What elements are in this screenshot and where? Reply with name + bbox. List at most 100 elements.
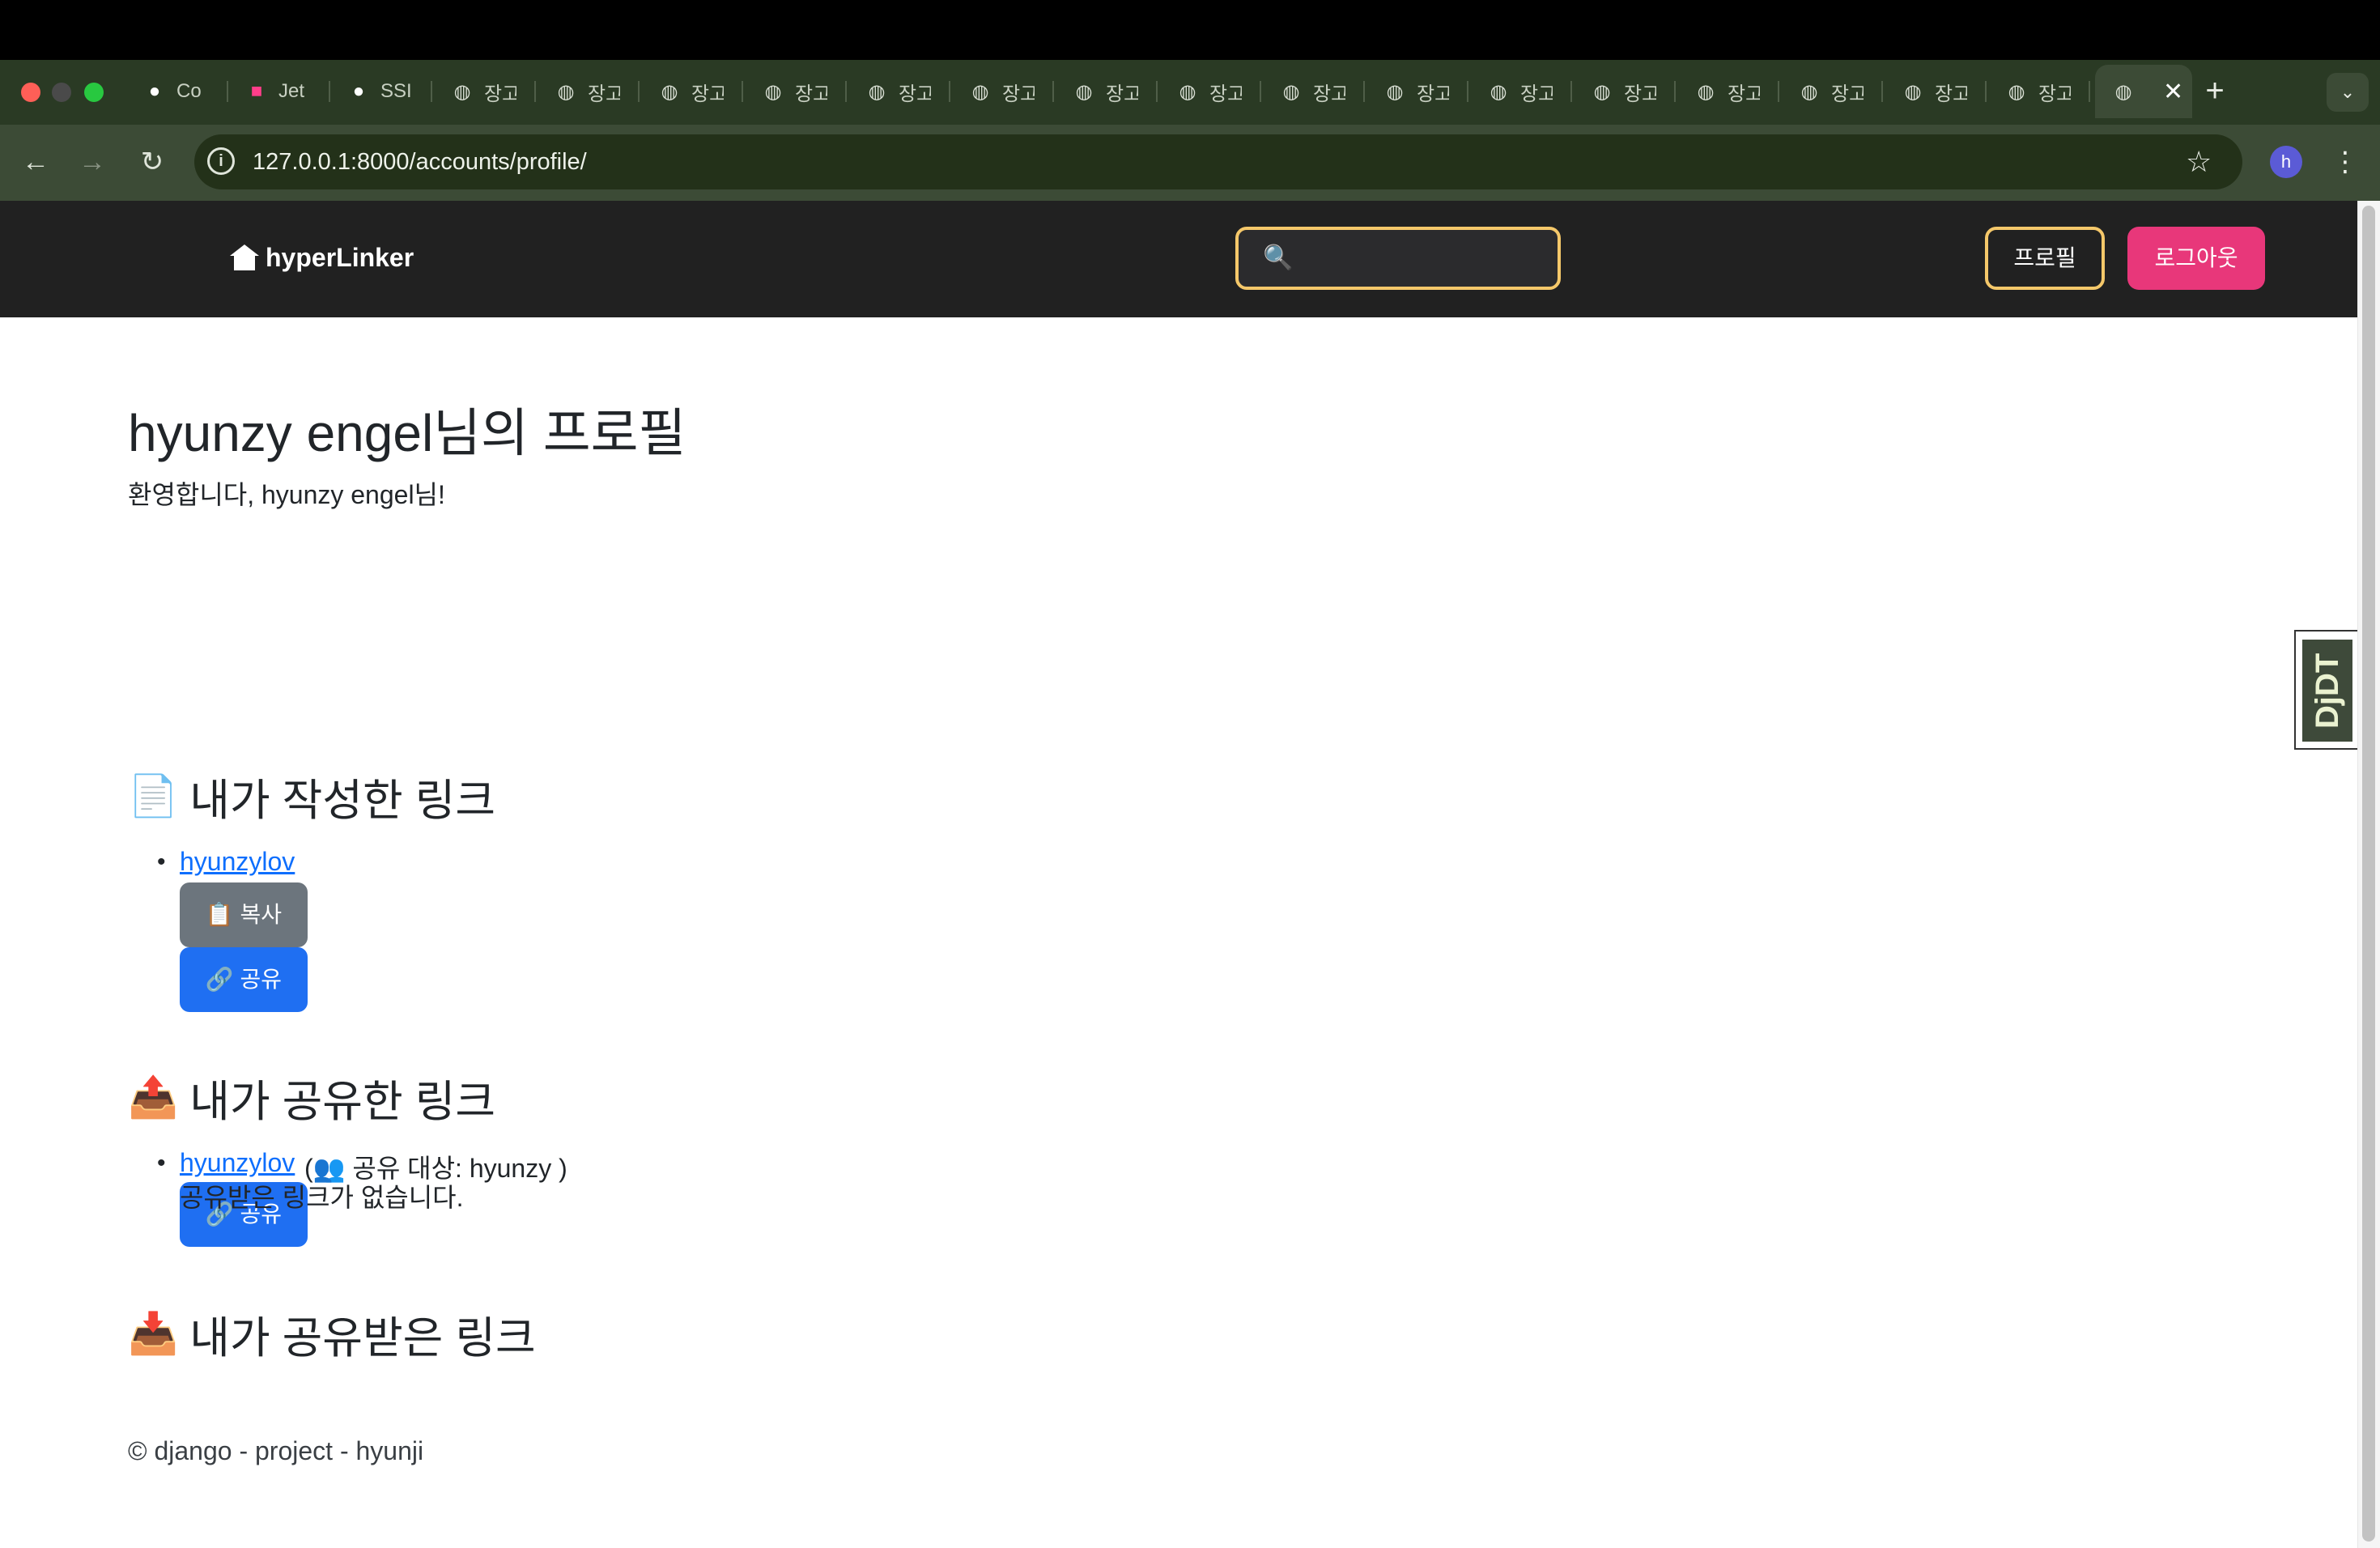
minimize-window-button[interactable] bbox=[52, 83, 71, 102]
brand-name: hyperLinker bbox=[266, 243, 414, 272]
tab-item[interactable]: ◍ 장고 bbox=[848, 68, 949, 115]
tab-separator bbox=[1052, 81, 1054, 102]
tab-title: 장고 bbox=[2038, 83, 2071, 105]
section-title: 내가 작성한 링크 bbox=[189, 776, 496, 825]
shared-link-item[interactable]: hyunzylov bbox=[180, 1148, 295, 1178]
tab-separator bbox=[1674, 81, 1676, 102]
tab-separator bbox=[1881, 81, 1883, 102]
globe-icon: ◍ bbox=[1282, 80, 1300, 103]
globe-icon: ◍ bbox=[868, 80, 886, 103]
tab-separator bbox=[534, 81, 536, 102]
menu-bar bbox=[0, 0, 2380, 60]
globe-icon: ◍ bbox=[2008, 80, 2025, 103]
globe-icon: ◍ bbox=[1904, 80, 1922, 103]
my-links-heading: 📄 내가 작성한 링크 bbox=[128, 764, 495, 828]
tab-item[interactable]: ◍ 장고 bbox=[1988, 68, 2089, 115]
tab-title: Co bbox=[176, 80, 202, 102]
tab-item[interactable]: ◍ 장고 bbox=[1470, 68, 1570, 115]
more-menu-icon[interactable]: ⋮ bbox=[2331, 142, 2359, 181]
globe-icon: ◍ bbox=[453, 80, 471, 103]
jetbrains-icon: ■ bbox=[250, 80, 263, 102]
tab-separator bbox=[2089, 81, 2090, 102]
tab-item[interactable]: ◍ 장고 bbox=[1574, 68, 1674, 115]
brand-link[interactable]: hyperLinker bbox=[228, 240, 414, 275]
site-info-icon[interactable]: i bbox=[207, 147, 235, 175]
debug-toolbar-handle[interactable]: DjDT bbox=[2294, 630, 2357, 750]
page-title: hyunzy engel님의 프로필 bbox=[128, 404, 686, 462]
tab-separator bbox=[638, 81, 640, 102]
tab-item[interactable]: ◍ 장고 bbox=[434, 68, 534, 115]
empty-state-text: 공유받은 링크가 없습니다. bbox=[180, 1183, 464, 1212]
forward-button[interactable]: → bbox=[73, 142, 112, 181]
profile-button[interactable]: 프로필 bbox=[1985, 227, 2105, 290]
tab-title: Jet bbox=[278, 80, 305, 102]
globe-icon: ◍ bbox=[2114, 80, 2132, 103]
tab-item[interactable]: ◍ 장고 bbox=[1263, 68, 1363, 115]
tab-title: 장고 bbox=[1417, 83, 1449, 105]
tab-separator bbox=[1778, 81, 1779, 102]
close-window-button[interactable] bbox=[21, 83, 40, 102]
tab-item[interactable]: ■ Jet bbox=[228, 68, 329, 115]
address-url[interactable]: 127.0.0.1:8000/accounts/profile/ bbox=[253, 146, 587, 178]
globe-icon: ◍ bbox=[557, 80, 575, 103]
tab-separator bbox=[1363, 81, 1365, 102]
tab-active[interactable]: ◍ ✕ bbox=[2095, 65, 2192, 118]
tab-item[interactable]: ◍ 장고 bbox=[1677, 68, 1778, 115]
tab-item[interactable]: ◍ 장고 bbox=[1885, 68, 1985, 115]
tab-title: 장고 bbox=[1935, 83, 1967, 105]
tab-item[interactable]: ◍ 장고 bbox=[952, 68, 1052, 115]
bookmark-star-icon[interactable]: ☆ bbox=[2186, 142, 2212, 181]
globe-icon: ◍ bbox=[1800, 80, 1818, 103]
globe-icon: ◍ bbox=[1490, 80, 1507, 103]
tab-separator bbox=[1570, 81, 1572, 102]
tab-item[interactable]: ◍ 장고 bbox=[1159, 68, 1260, 115]
globe-icon: ◍ bbox=[1697, 80, 1715, 103]
tab-title: 장고 bbox=[691, 83, 724, 105]
new-tab-button[interactable]: + bbox=[2199, 71, 2231, 110]
shared-by-me-heading: 📤 내가 공유한 링크 bbox=[128, 1065, 495, 1129]
tab-item[interactable]: ● Co bbox=[126, 68, 227, 115]
tab-item[interactable]: ◍ 장고 bbox=[1781, 68, 1881, 115]
welcome-text: 환영합니다, hyunzy engel님! bbox=[128, 480, 445, 509]
globe-icon: ◍ bbox=[971, 80, 989, 103]
close-tab-icon[interactable]: ✕ bbox=[2163, 78, 2183, 106]
tab-title: 장고 bbox=[484, 83, 516, 105]
my-link-item[interactable]: hyunzylov bbox=[180, 847, 295, 877]
home-icon bbox=[230, 245, 259, 270]
tab-title: 장고 bbox=[1520, 83, 1553, 105]
site-header: hyperLinker 🔍 프로필 로그아웃 bbox=[0, 201, 2357, 317]
tab-separator bbox=[431, 81, 432, 102]
tab-title: 장고 bbox=[1106, 83, 1138, 105]
tab-separator bbox=[742, 81, 743, 102]
logout-button[interactable]: 로그아웃 bbox=[2127, 227, 2265, 290]
tab-item[interactable]: ◍ 장고 bbox=[1056, 68, 1156, 115]
tab-title: 장고 bbox=[1313, 83, 1345, 105]
page-viewport: hyperLinker 🔍 프로필 로그아웃 hyunzy engel님의 프로… bbox=[0, 201, 2357, 1548]
globe-icon: ◍ bbox=[764, 80, 782, 103]
profile-avatar[interactable]: h bbox=[2270, 146, 2302, 178]
tab-item[interactable]: ◍ 장고 bbox=[1366, 68, 1467, 115]
tab-title: 장고 bbox=[588, 83, 620, 105]
zoom-window-button[interactable] bbox=[84, 83, 104, 102]
share-button[interactable]: 🔗 공유 bbox=[180, 947, 308, 1012]
tab-search-button[interactable]: ⌄ bbox=[2327, 73, 2369, 112]
copy-button[interactable]: 📋 복사 bbox=[180, 882, 308, 947]
tab-item[interactable]: ◍ 장고 bbox=[745, 68, 845, 115]
search-input[interactable]: 🔍 bbox=[1235, 227, 1561, 290]
tab-item[interactable]: ◍ 장고 bbox=[538, 68, 638, 115]
tab-separator bbox=[1467, 81, 1468, 102]
tab-item[interactable]: ◍ 장고 bbox=[641, 68, 742, 115]
reload-button[interactable]: ↻ bbox=[133, 142, 172, 181]
section-title: 내가 공유한 링크 bbox=[189, 1078, 496, 1126]
tab-separator bbox=[1156, 81, 1158, 102]
scrollbar-thumb[interactable] bbox=[2362, 206, 2375, 1542]
tab-separator bbox=[949, 81, 950, 102]
tab-separator bbox=[1985, 81, 1987, 102]
shared-with-me-heading: 📥 내가 공유받은 링크 bbox=[128, 1302, 536, 1366]
tab-title: 장고 bbox=[1002, 83, 1035, 105]
inbox-icon: 📥 bbox=[128, 1311, 179, 1356]
globe-icon: ◍ bbox=[1593, 80, 1611, 103]
section-title: 내가 공유받은 링크 bbox=[189, 1314, 536, 1363]
back-button[interactable]: ← bbox=[16, 142, 55, 181]
tab-item[interactable]: ● SSI bbox=[330, 68, 431, 115]
